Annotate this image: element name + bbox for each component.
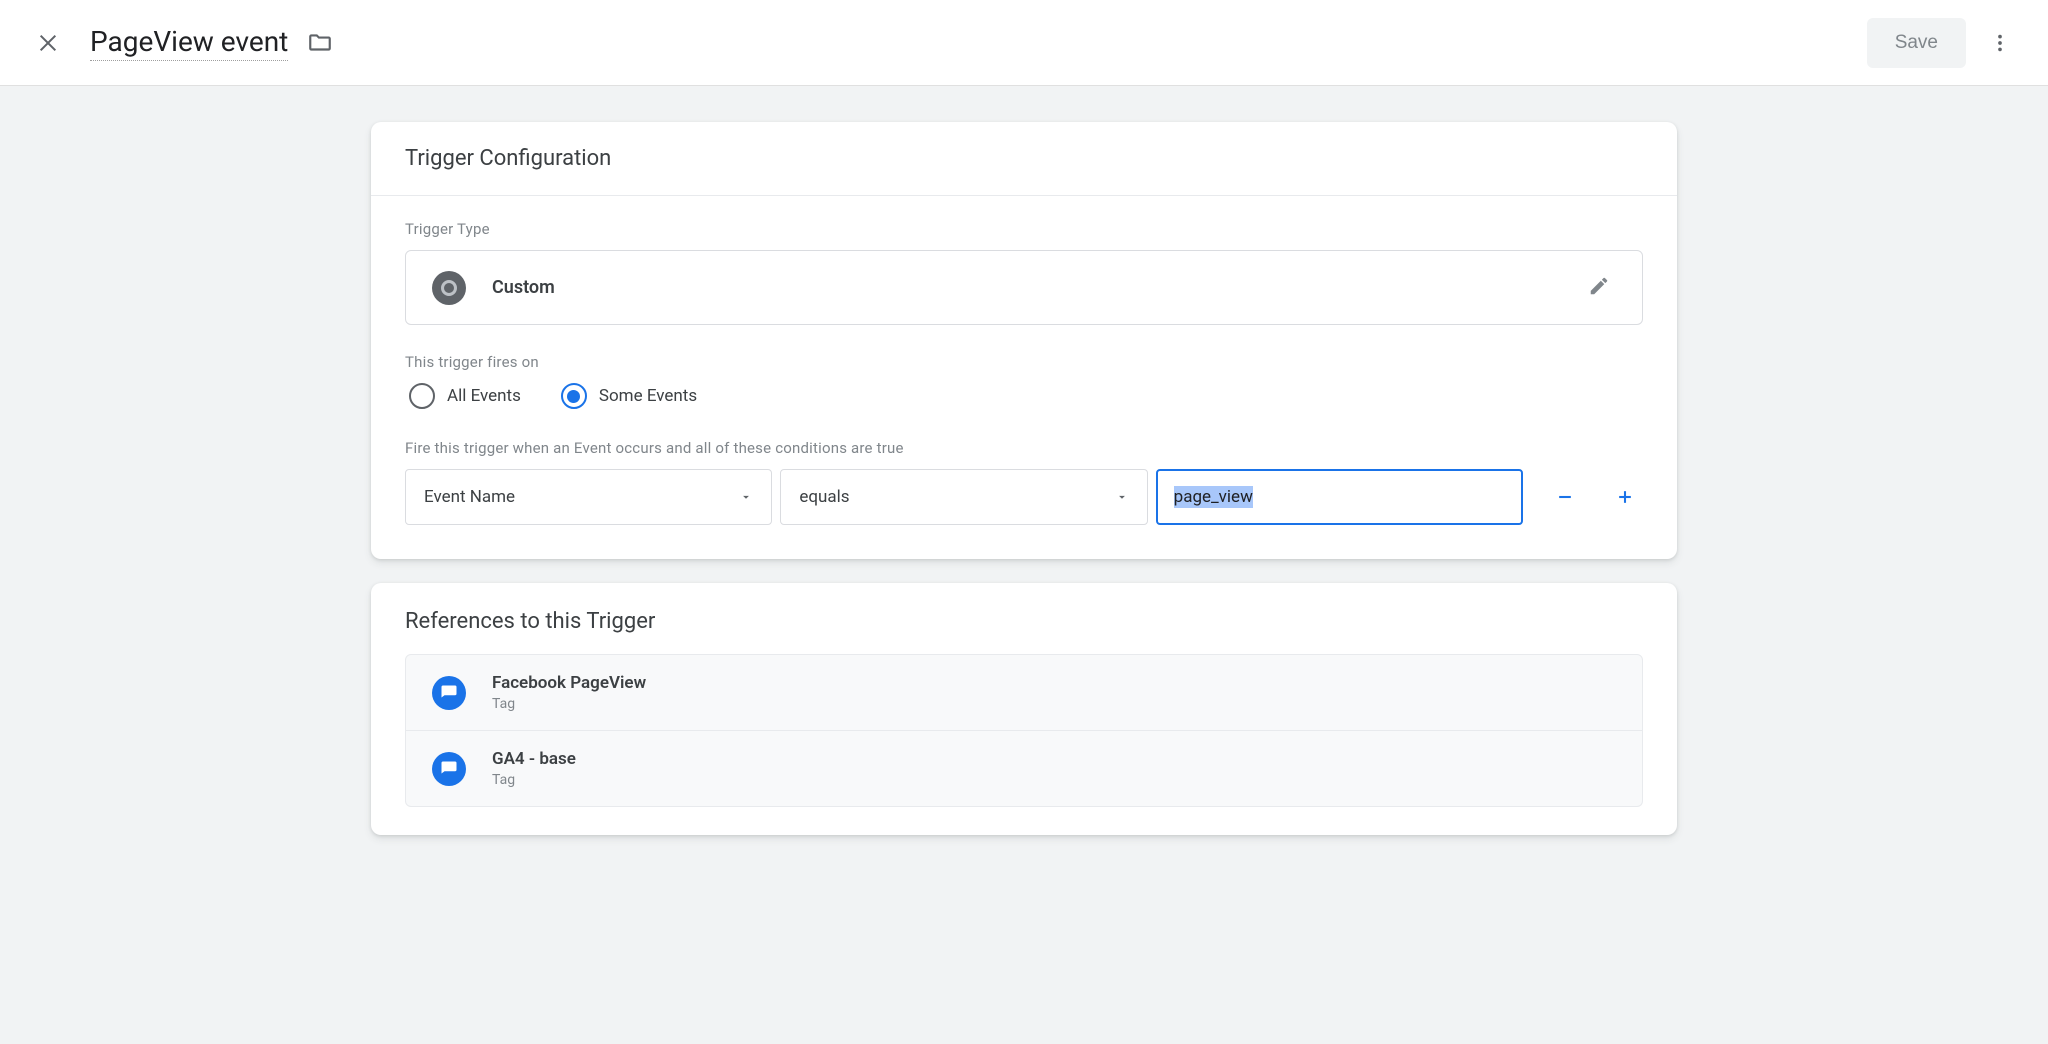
folder-button[interactable] bbox=[302, 25, 338, 61]
chevron-down-icon bbox=[1115, 490, 1129, 504]
radio-some-label: Some Events bbox=[599, 386, 697, 406]
references-card: References to this Trigger Facebook Page… bbox=[371, 583, 1677, 835]
reference-item[interactable]: Facebook PageView Tag bbox=[405, 654, 1643, 731]
more-vert-icon bbox=[1989, 32, 2011, 54]
condition-operator-value: equals bbox=[799, 487, 1114, 507]
remove-condition-button[interactable] bbox=[1547, 479, 1583, 515]
close-icon bbox=[37, 32, 59, 54]
radio-icon bbox=[561, 383, 587, 409]
trigger-type-label: Trigger Type bbox=[405, 220, 1643, 238]
condition-variable-value: Event Name bbox=[424, 487, 739, 507]
fires-on-radio-group: All Events Some Events bbox=[405, 383, 1643, 409]
reference-type: Tag bbox=[492, 772, 576, 788]
fires-on-label: This trigger fires on bbox=[405, 353, 1643, 371]
tag-icon bbox=[432, 676, 466, 710]
trigger-type-selector[interactable]: Custom bbox=[405, 250, 1643, 325]
edit-trigger-type-button[interactable] bbox=[1582, 269, 1616, 306]
trigger-type-name: Custom bbox=[492, 277, 1582, 298]
pencil-icon bbox=[1588, 275, 1610, 297]
topbar: PageView event Save bbox=[0, 0, 2048, 86]
chevron-down-icon bbox=[739, 490, 753, 504]
add-condition-button[interactable] bbox=[1607, 479, 1643, 515]
reference-type: Tag bbox=[492, 696, 646, 712]
references-title: References to this Trigger bbox=[371, 583, 1677, 654]
reference-name: Facebook PageView bbox=[492, 673, 646, 693]
radio-some-events[interactable]: Some Events bbox=[561, 383, 697, 409]
condition-row: Event Name equals page_view bbox=[405, 469, 1643, 525]
folder-icon bbox=[307, 30, 333, 56]
close-button[interactable] bbox=[24, 19, 72, 67]
trigger-config-title: Trigger Configuration bbox=[371, 122, 1677, 196]
condition-value-input[interactable]: page_view bbox=[1156, 469, 1523, 525]
tag-icon bbox=[432, 752, 466, 786]
trigger-config-card: Trigger Configuration Trigger Type Custo… bbox=[371, 122, 1677, 559]
radio-all-events[interactable]: All Events bbox=[409, 383, 521, 409]
reference-item[interactable]: GA4 - base Tag bbox=[405, 731, 1643, 807]
radio-all-label: All Events bbox=[447, 386, 521, 406]
reference-name: GA4 - base bbox=[492, 749, 576, 769]
custom-trigger-icon bbox=[432, 271, 466, 305]
radio-icon bbox=[409, 383, 435, 409]
condition-operator-select[interactable]: equals bbox=[780, 469, 1147, 525]
more-menu-button[interactable] bbox=[1976, 19, 2024, 67]
plus-icon bbox=[1615, 487, 1635, 507]
condition-label: Fire this trigger when an Event occurs a… bbox=[405, 439, 1643, 457]
condition-value-text: page_view bbox=[1174, 486, 1253, 508]
save-button[interactable]: Save bbox=[1867, 18, 1966, 68]
minus-icon bbox=[1555, 487, 1575, 507]
condition-variable-select[interactable]: Event Name bbox=[405, 469, 772, 525]
page-title[interactable]: PageView event bbox=[90, 25, 288, 61]
